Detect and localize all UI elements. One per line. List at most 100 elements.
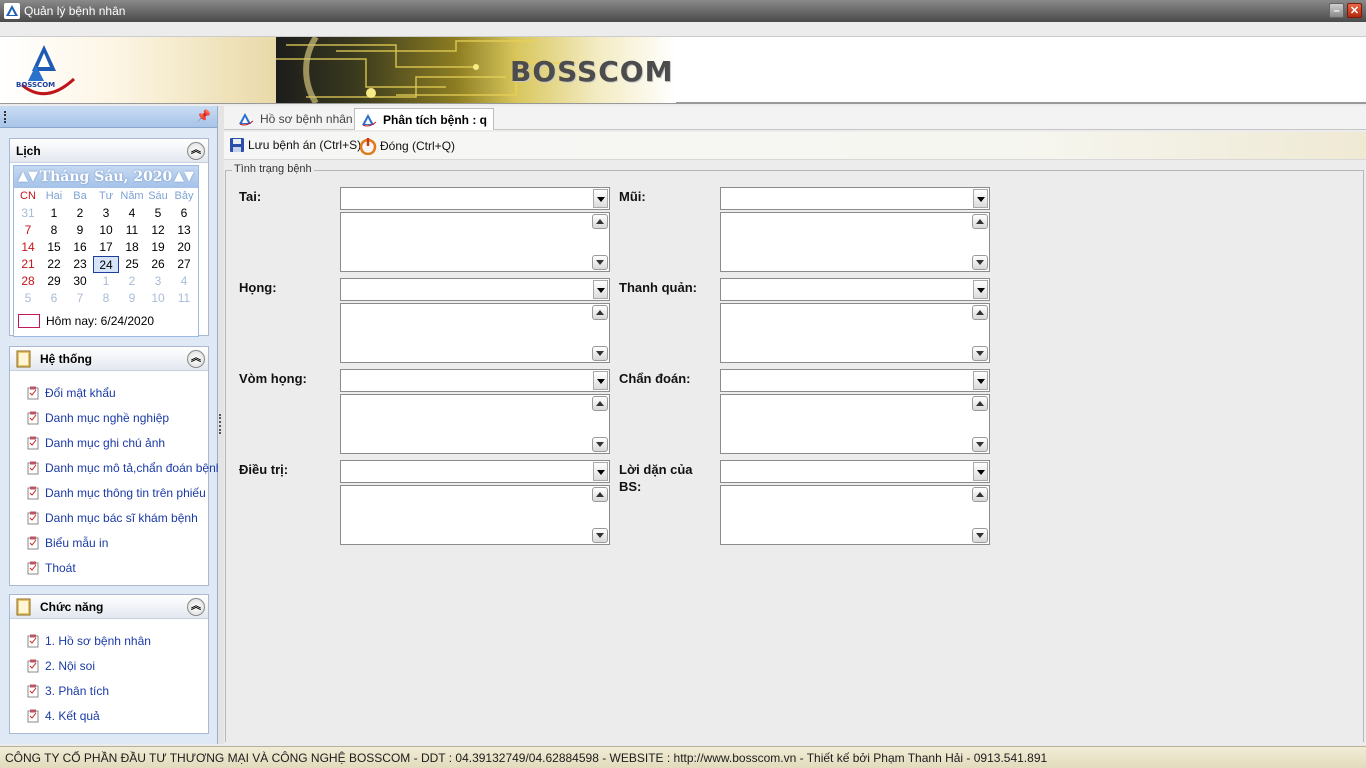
dropdown-arrow-icon[interactable]	[973, 280, 988, 299]
calendar-day[interactable]: 23	[67, 256, 93, 273]
calendar-day[interactable]: 17	[93, 239, 119, 256]
calendar-day[interactable]: 10	[145, 290, 171, 307]
minimize-button[interactable]: –	[1329, 3, 1344, 18]
calendar-day[interactable]: 6	[41, 290, 67, 307]
calendar-day[interactable]: 3	[145, 273, 171, 290]
dropdown-arrow-icon[interactable]	[593, 189, 608, 208]
calendar-day[interactable]: 5	[145, 205, 171, 222]
scrollbar[interactable]	[972, 305, 988, 361]
dropdown-arrow-icon[interactable]	[593, 462, 608, 481]
scroll-down-icon[interactable]	[972, 255, 988, 270]
calendar-day[interactable]: 20	[171, 239, 197, 256]
diagnosis-combo[interactable]	[720, 369, 990, 392]
calendar-day[interactable]: 28	[15, 273, 41, 290]
calendar-day[interactable]: 15	[41, 239, 67, 256]
calendar-day[interactable]: 9	[119, 290, 145, 307]
calendar-day[interactable]: 11	[119, 222, 145, 239]
scroll-up-icon[interactable]	[592, 396, 608, 411]
scroll-down-icon[interactable]	[972, 346, 988, 361]
calendar-day[interactable]: 1	[41, 205, 67, 222]
diagnosis-notes[interactable]	[720, 394, 990, 454]
nasopharynx-combo[interactable]	[340, 369, 610, 392]
calendar-day[interactable]: 7	[67, 290, 93, 307]
scrollbar[interactable]	[972, 487, 988, 543]
scroll-down-icon[interactable]	[592, 528, 608, 543]
ear-combo[interactable]	[340, 187, 610, 210]
calendar-day[interactable]: 2	[119, 273, 145, 290]
calendar-day[interactable]: 7	[15, 222, 41, 239]
save-record-button[interactable]: Lưu bệnh án (Ctrl+S)	[229, 137, 361, 153]
scroll-down-icon[interactable]	[972, 437, 988, 452]
calendar-day[interactable]: 18	[119, 239, 145, 256]
menu-image-notes-list[interactable]: Danh mục ghi chú ảnh	[26, 434, 165, 452]
tab-disease-analysis[interactable]: Phân tích bệnh : q	[354, 108, 494, 130]
menu-endoscopy[interactable]: 2. Nội soi	[26, 657, 95, 675]
menu-patient-records[interactable]: 1. Hồ sơ bệnh nhân	[26, 632, 151, 650]
collapse-functions-button[interactable]: ︽	[187, 598, 205, 616]
calendar-day[interactable]: 11	[171, 290, 197, 307]
close-tab-button[interactable]: Đóng (Ctrl+Q)	[359, 137, 455, 155]
menu-print-templates[interactable]: Biểu mẫu in	[26, 534, 108, 552]
calendar-day[interactable]: 8	[41, 222, 67, 239]
menu-analysis[interactable]: 3. Phân tích	[26, 682, 109, 700]
scroll-up-icon[interactable]	[972, 214, 988, 229]
calendar-day[interactable]: 3	[93, 205, 119, 222]
calendar-day[interactable]: 26	[145, 256, 171, 273]
month-calendar[interactable]: ▲▼ Tháng Sáu, 2020 ▲▼ CN Hai Ba Tư Năm S…	[13, 165, 199, 337]
calendar-day[interactable]: 16	[67, 239, 93, 256]
nose-combo[interactable]	[720, 187, 990, 210]
larynx-notes[interactable]	[720, 303, 990, 363]
throat-notes[interactable]	[340, 303, 610, 363]
doctor-advice-combo[interactable]	[720, 460, 990, 483]
menu-diagnosis-list[interactable]: Danh mục mô tả,chẩn đoán bệnh	[26, 459, 222, 477]
menu-doctor-list[interactable]: Danh mục bác sĩ khám bệnh	[26, 509, 198, 527]
scroll-up-icon[interactable]	[592, 487, 608, 502]
nose-notes[interactable]	[720, 212, 990, 272]
collapse-system-button[interactable]: ︽	[187, 350, 205, 368]
dropdown-arrow-icon[interactable]	[593, 280, 608, 299]
larynx-combo[interactable]	[720, 278, 990, 301]
scroll-up-icon[interactable]	[972, 305, 988, 320]
calendar-day[interactable]: 22	[41, 256, 67, 273]
throat-combo[interactable]	[340, 278, 610, 301]
calendar-day[interactable]: 6	[171, 205, 197, 222]
calendar-day[interactable]: 9	[67, 222, 93, 239]
menu-results[interactable]: 4. Kết quả	[26, 707, 100, 725]
treatment-combo[interactable]	[340, 460, 610, 483]
calendar-day[interactable]: 29	[41, 273, 67, 290]
calendar-day[interactable]: 2	[67, 205, 93, 222]
calendar-day[interactable]: 30	[67, 273, 93, 290]
scroll-up-icon[interactable]	[972, 396, 988, 411]
dropdown-arrow-icon[interactable]	[973, 462, 988, 481]
scroll-down-icon[interactable]	[592, 346, 608, 361]
scroll-down-icon[interactable]	[592, 437, 608, 452]
calendar-day[interactable]: 4	[171, 273, 197, 290]
scrollbar[interactable]	[972, 214, 988, 270]
ear-notes[interactable]	[340, 212, 610, 272]
dropdown-arrow-icon[interactable]	[973, 371, 988, 390]
doctor-advice-notes[interactable]	[720, 485, 990, 545]
calendar-day[interactable]: 1	[93, 273, 119, 290]
drag-grip-icon[interactable]	[4, 111, 7, 123]
close-window-button[interactable]: ✕	[1347, 3, 1362, 18]
nasopharynx-notes[interactable]	[340, 394, 610, 454]
treatment-notes[interactable]	[340, 485, 610, 545]
scrollbar[interactable]	[972, 396, 988, 452]
prev-month-icon[interactable]: ▲▼	[18, 166, 38, 188]
calendar-day-today[interactable]: 24	[93, 256, 119, 273]
calendar-day[interactable]: 5	[15, 290, 41, 307]
scroll-down-icon[interactable]	[972, 528, 988, 543]
menu-change-password[interactable]: Đổi mật khẩu	[26, 384, 116, 402]
scroll-up-icon[interactable]	[592, 305, 608, 320]
scroll-up-icon[interactable]	[592, 214, 608, 229]
calendar-day[interactable]: 13	[171, 222, 197, 239]
scroll-down-icon[interactable]	[592, 255, 608, 270]
calendar-day[interactable]: 14	[15, 239, 41, 256]
dropdown-arrow-icon[interactable]	[593, 371, 608, 390]
scrollbar[interactable]	[592, 305, 608, 361]
calendar-day[interactable]: 4	[119, 205, 145, 222]
menu-occupation-list[interactable]: Danh mục nghề nghiệp	[26, 409, 169, 427]
calendar-today-footer[interactable]: Hôm nay: 6/24/2020	[18, 314, 154, 328]
calendar-day[interactable]: 12	[145, 222, 171, 239]
calendar-day[interactable]: 31	[15, 205, 41, 222]
